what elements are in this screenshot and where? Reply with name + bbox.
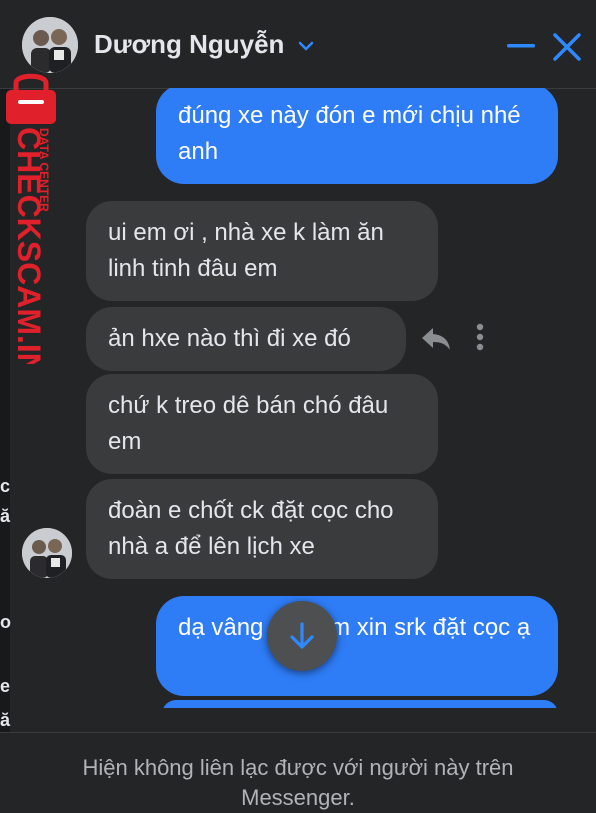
contact-name[interactable]: Dương Nguyễn	[94, 29, 284, 60]
sender-avatar[interactable]	[22, 528, 72, 578]
unavailable-notice: Hiện không liên lạc được với người này t…	[82, 755, 514, 810]
message-bubble-outgoing[interactable]: đúng xe này đón e mới chịu nhé anh	[156, 88, 558, 184]
chevron-down-icon[interactable]	[296, 36, 316, 56]
strip-char: ă	[0, 710, 11, 730]
message-bubble-outgoing-partial[interactable]	[162, 700, 558, 708]
message-thread[interactable]: đúng xe này đón e mới chịu nhé anh ui em…	[0, 88, 596, 708]
message-bubble-incoming[interactable]: ui em ơi , nhà xe k làm ăn linh tinh đâu…	[86, 201, 438, 301]
scroll-to-bottom-button[interactable]	[267, 601, 337, 671]
watermark-line1: DATA CENTER	[37, 128, 51, 212]
message-bubble-outgoing[interactable]: dạ vâng anh em xin srk đặt cọc ạ	[156, 596, 558, 696]
minimize-icon[interactable]	[504, 32, 538, 60]
message-bubble-incoming[interactable]: chứ k treo dê bán chó đâu em	[86, 374, 438, 474]
chat-footer: Hiện không liên lạc được với người này t…	[0, 732, 596, 811]
reply-icon[interactable]	[420, 326, 452, 352]
more-icon[interactable]	[470, 322, 490, 352]
close-icon[interactable]	[550, 30, 584, 64]
watermark: CHECKSCAM.INFO DATA CENTER	[6, 73, 56, 364]
message-bubble-incoming[interactable]: ản hxe nào thì đi xe đó	[86, 307, 406, 371]
chat-header: Dương Nguyễn	[0, 0, 596, 89]
arrow-down-icon	[290, 622, 314, 649]
message-bubble-incoming[interactable]: đoàn e chốt ck đặt cọc cho nhà a để lên …	[86, 479, 438, 579]
